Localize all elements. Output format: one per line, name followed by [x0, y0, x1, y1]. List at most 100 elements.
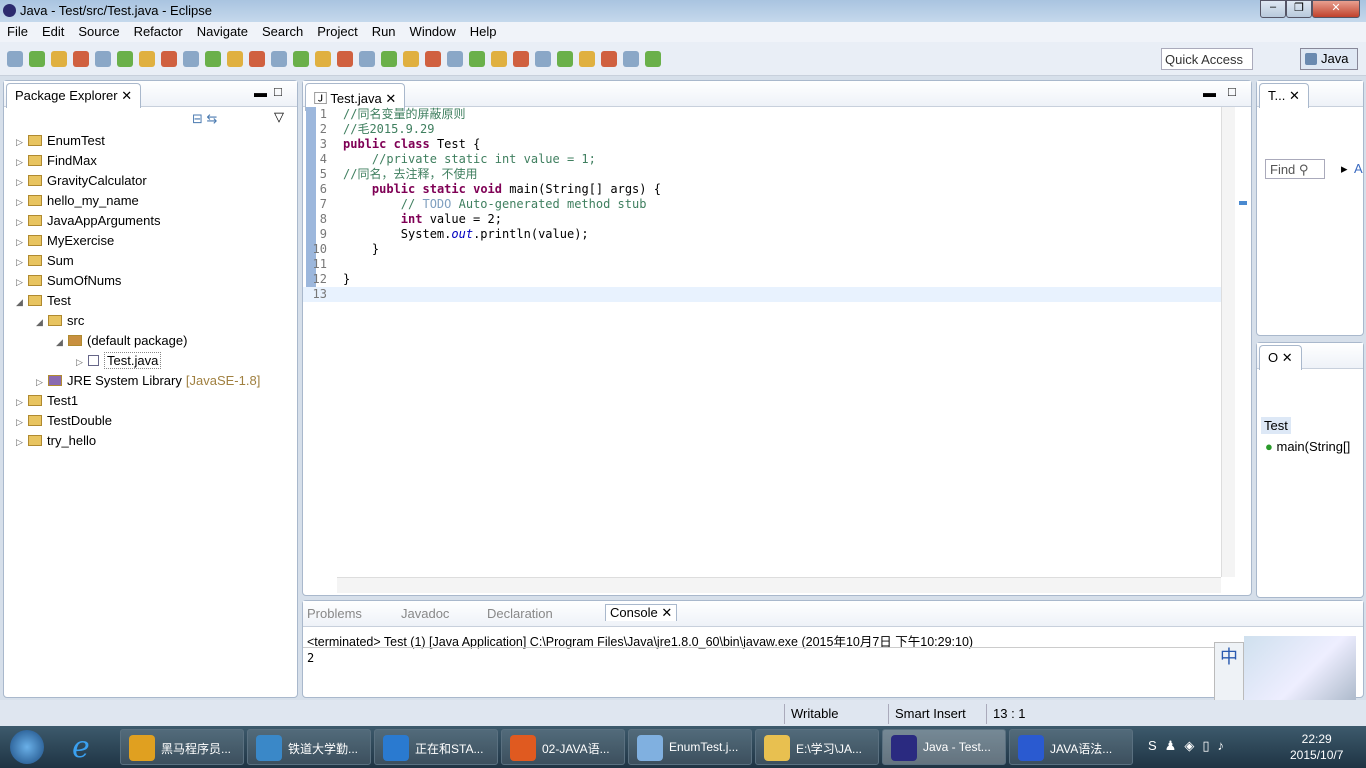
code-line[interactable]: 11 — [303, 257, 1221, 272]
menu-help[interactable]: Help — [463, 22, 504, 42]
toolbar-button-icon[interactable] — [29, 51, 45, 67]
tab-task-list[interactable]: T... ✕ — [1259, 83, 1309, 108]
expanded-arrow-icon[interactable]: ◢ — [56, 332, 68, 352]
view-menu-icon[interactable]: ▽ — [274, 109, 284, 125]
tree-item[interactable]: ▷ TestDouble — [4, 411, 260, 431]
tree-item[interactable]: ▷ GravityCalculator — [4, 171, 260, 191]
toolbar-button-icon[interactable] — [447, 51, 463, 67]
taskbar-item[interactable]: E:\学习\JA... — [755, 729, 879, 765]
maximize-icon[interactable]: □ — [274, 84, 282, 99]
collapsed-arrow-icon[interactable]: ▷ — [16, 192, 28, 212]
menu-file[interactable]: File — [0, 22, 35, 42]
collapse-all-icon[interactable]: ⊟ ⇆ — [192, 111, 217, 127]
collapsed-arrow-icon[interactable]: ▷ — [16, 252, 28, 272]
menu-edit[interactable]: Edit — [35, 22, 71, 42]
toolbar-button-icon[interactable] — [73, 51, 89, 67]
toolbar-button-icon[interactable] — [51, 51, 67, 67]
toolbar-button-icon[interactable] — [249, 51, 265, 67]
expand-arrow-icon[interactable]: ▸ — [1341, 161, 1348, 177]
toolbar-button-icon[interactable] — [205, 51, 221, 67]
code-line[interactable]: 8 int value = 2; — [303, 212, 1221, 227]
toolbar-button-icon[interactable] — [469, 51, 485, 67]
java-perspective-button[interactable]: Java — [1300, 48, 1358, 70]
collapsed-arrow-icon[interactable]: ▷ — [76, 352, 88, 372]
toolbar-button-icon[interactable] — [557, 51, 573, 67]
minimize-button[interactable]: – — [1260, 0, 1286, 18]
taskbar-item[interactable]: 铁道大学勤... — [247, 729, 371, 765]
toolbar-button-icon[interactable] — [425, 51, 441, 67]
toolbar-button-icon[interactable] — [579, 51, 595, 67]
toolbar-button-icon[interactable] — [601, 51, 617, 67]
minimize-icon[interactable]: ▬ — [254, 85, 267, 100]
toolbar-button-icon[interactable] — [117, 51, 133, 67]
menu-project[interactable]: Project — [310, 22, 364, 42]
toolbar-button-icon[interactable] — [271, 51, 287, 67]
toolbar-button-icon[interactable] — [161, 51, 177, 67]
code-line[interactable]: 4 //private static int value = 1; — [303, 152, 1221, 167]
close-icon[interactable]: ✕ — [658, 605, 672, 620]
close-button[interactable]: ✕ — [1312, 0, 1360, 18]
tree-item[interactable]: ▷ JRE System Library [JavaSE-1.8] — [4, 371, 260, 391]
code-line[interactable]: 13 — [303, 287, 1221, 302]
tab-problems[interactable]: Problems — [307, 606, 362, 621]
outline-class-item[interactable]: Test — [1261, 417, 1291, 434]
toolbar-button-icon[interactable] — [95, 51, 111, 67]
tree-item[interactable]: ▷ MyExercise — [4, 231, 260, 251]
tab-javadoc[interactable]: Javadoc — [401, 606, 449, 621]
code-line[interactable]: 1 //同名变量的屏蔽原则 — [303, 107, 1221, 122]
taskbar-item[interactable]: EnumTest.j... — [628, 729, 752, 765]
tree-item[interactable]: ▷ Test1 — [4, 391, 260, 411]
menu-navigate[interactable]: Navigate — [190, 22, 255, 42]
collapsed-arrow-icon[interactable]: ▷ — [16, 172, 28, 192]
find-input[interactable]: Find ⚲ — [1265, 159, 1325, 179]
collapsed-arrow-icon[interactable]: ▷ — [16, 132, 28, 152]
tree-item[interactable]: ▷ FindMax — [4, 151, 260, 171]
toolbar-button-icon[interactable] — [293, 51, 309, 67]
tab-outline[interactable]: O ✕ — [1259, 345, 1302, 370]
menu-search[interactable]: Search — [255, 22, 310, 42]
code-line[interactable]: 10 } — [303, 242, 1221, 257]
code-line[interactable]: 3 public class Test { — [303, 137, 1221, 152]
toolbar-button-icon[interactable] — [645, 51, 661, 67]
toolbar-button-icon[interactable] — [227, 51, 243, 67]
collapsed-arrow-icon[interactable]: ▷ — [16, 272, 28, 292]
console-output[interactable]: 2 — [307, 651, 314, 665]
collapsed-arrow-icon[interactable]: ▷ — [16, 392, 28, 412]
clock[interactable]: 22:29 2015/10/7 — [1290, 731, 1343, 763]
tree-item[interactable]: ▷ try_hello — [4, 431, 260, 451]
code-line[interactable]: 6 public static void main(String[] args)… — [303, 182, 1221, 197]
toolbar-button-icon[interactable] — [381, 51, 397, 67]
tree-item[interactable]: ▷ Test.java — [4, 351, 260, 371]
taskbar-item[interactable]: JAVA语法... — [1009, 729, 1133, 765]
toolbar-button-icon[interactable] — [491, 51, 507, 67]
all-link[interactable]: A — [1354, 161, 1363, 176]
tree-item[interactable]: ▷ JavaAppArguments — [4, 211, 260, 231]
tree-item[interactable]: ▷ EnumTest — [4, 131, 260, 151]
code-line[interactable]: 9 System.out.println(value); — [303, 227, 1221, 242]
close-icon[interactable]: ✕ — [385, 91, 396, 106]
outline-method-item[interactable]: ● main(String[] — [1265, 439, 1350, 454]
toolbar-button-icon[interactable] — [359, 51, 375, 67]
taskbar-item[interactable]: 02-JAVA语... — [501, 729, 625, 765]
collapsed-arrow-icon[interactable]: ▷ — [16, 432, 28, 452]
code-line[interactable]: 7 // TODO Auto-generated method stub — [303, 197, 1221, 212]
toolbar-button-icon[interactable] — [513, 51, 529, 67]
taskbar-item[interactable]: 正在和STA... — [374, 729, 498, 765]
toolbar-button-icon[interactable] — [535, 51, 551, 67]
taskbar-item[interactable]: Java - Test... — [882, 729, 1006, 765]
toolbar-button-icon[interactable] — [623, 51, 639, 67]
toolbar-button-icon[interactable] — [139, 51, 155, 67]
tab-declaration[interactable]: Declaration — [487, 606, 553, 621]
code-line[interactable]: 12} — [303, 272, 1221, 287]
toolbar-button-icon[interactable] — [315, 51, 331, 67]
menu-source[interactable]: Source — [71, 22, 126, 42]
overview-marker[interactable] — [1239, 201, 1247, 205]
code-line[interactable]: 5 //同名，去注释，不使用 — [303, 167, 1221, 182]
expanded-arrow-icon[interactable]: ◢ — [16, 292, 28, 312]
collapsed-arrow-icon[interactable]: ▷ — [36, 372, 48, 392]
menu-refactor[interactable]: Refactor — [127, 22, 190, 42]
collapsed-arrow-icon[interactable]: ▷ — [16, 212, 28, 232]
close-icon[interactable]: ✕ — [121, 88, 132, 103]
tab-package-explorer[interactable]: Package Explorer ✕ — [6, 83, 142, 108]
tree-item[interactable]: ▷ Sum — [4, 251, 260, 271]
